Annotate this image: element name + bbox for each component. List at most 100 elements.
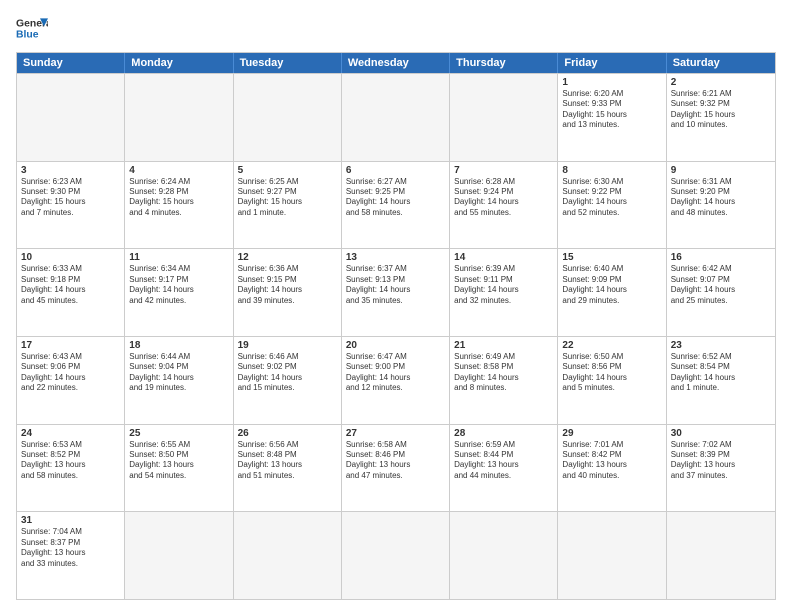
- header-day-wednesday: Wednesday: [342, 53, 450, 73]
- calendar-cell: 11Sunrise: 6:34 AM Sunset: 9:17 PM Dayli…: [125, 249, 233, 336]
- day-number: 17: [21, 340, 120, 351]
- calendar-cell: [450, 512, 558, 599]
- day-number: 31: [21, 515, 120, 526]
- day-info: Sunrise: 6:21 AM Sunset: 9:32 PM Dayligh…: [671, 89, 771, 131]
- day-number: 18: [129, 340, 228, 351]
- day-info: Sunrise: 6:49 AM Sunset: 8:58 PM Dayligh…: [454, 352, 553, 394]
- day-number: 26: [238, 428, 337, 439]
- day-number: 30: [671, 428, 771, 439]
- day-info: Sunrise: 6:24 AM Sunset: 9:28 PM Dayligh…: [129, 177, 228, 219]
- header-day-friday: Friday: [558, 53, 666, 73]
- day-number: 19: [238, 340, 337, 351]
- calendar-cell: 5Sunrise: 6:25 AM Sunset: 9:27 PM Daylig…: [234, 162, 342, 249]
- day-number: 21: [454, 340, 553, 351]
- calendar-cell: [125, 74, 233, 161]
- calendar-header: SundayMondayTuesdayWednesdayThursdayFrid…: [17, 53, 775, 73]
- day-info: Sunrise: 6:31 AM Sunset: 9:20 PM Dayligh…: [671, 177, 771, 219]
- calendar-cell: 6Sunrise: 6:27 AM Sunset: 9:25 PM Daylig…: [342, 162, 450, 249]
- day-info: Sunrise: 6:28 AM Sunset: 9:24 PM Dayligh…: [454, 177, 553, 219]
- day-number: 9: [671, 165, 771, 176]
- calendar-cell: 2Sunrise: 6:21 AM Sunset: 9:32 PM Daylig…: [667, 74, 775, 161]
- calendar-cell: [342, 74, 450, 161]
- day-info: Sunrise: 6:20 AM Sunset: 9:33 PM Dayligh…: [562, 89, 661, 131]
- day-number: 14: [454, 252, 553, 263]
- calendar-cell: 12Sunrise: 6:36 AM Sunset: 9:15 PM Dayli…: [234, 249, 342, 336]
- day-info: Sunrise: 6:36 AM Sunset: 9:15 PM Dayligh…: [238, 264, 337, 306]
- calendar-cell: 23Sunrise: 6:52 AM Sunset: 8:54 PM Dayli…: [667, 337, 775, 424]
- logo-icon: General Blue: [16, 12, 48, 44]
- day-info: Sunrise: 6:46 AM Sunset: 9:02 PM Dayligh…: [238, 352, 337, 394]
- calendar-cell: 1Sunrise: 6:20 AM Sunset: 9:33 PM Daylig…: [558, 74, 666, 161]
- day-info: Sunrise: 6:53 AM Sunset: 8:52 PM Dayligh…: [21, 440, 120, 482]
- calendar-cell: [125, 512, 233, 599]
- calendar-cell: 13Sunrise: 6:37 AM Sunset: 9:13 PM Dayli…: [342, 249, 450, 336]
- calendar-cell: [17, 74, 125, 161]
- day-number: 1: [562, 77, 661, 88]
- calendar-cell: 16Sunrise: 6:42 AM Sunset: 9:07 PM Dayli…: [667, 249, 775, 336]
- calendar-row-4: 24Sunrise: 6:53 AM Sunset: 8:52 PM Dayli…: [17, 424, 775, 512]
- calendar-cell: 29Sunrise: 7:01 AM Sunset: 8:42 PM Dayli…: [558, 425, 666, 512]
- calendar-cell: 20Sunrise: 6:47 AM Sunset: 9:00 PM Dayli…: [342, 337, 450, 424]
- day-number: 7: [454, 165, 553, 176]
- calendar-row-2: 10Sunrise: 6:33 AM Sunset: 9:18 PM Dayli…: [17, 248, 775, 336]
- day-info: Sunrise: 6:43 AM Sunset: 9:06 PM Dayligh…: [21, 352, 120, 394]
- calendar-cell: 30Sunrise: 7:02 AM Sunset: 8:39 PM Dayli…: [667, 425, 775, 512]
- calendar-cell: 9Sunrise: 6:31 AM Sunset: 9:20 PM Daylig…: [667, 162, 775, 249]
- calendar-cell: 14Sunrise: 6:39 AM Sunset: 9:11 PM Dayli…: [450, 249, 558, 336]
- day-info: Sunrise: 6:44 AM Sunset: 9:04 PM Dayligh…: [129, 352, 228, 394]
- day-info: Sunrise: 6:34 AM Sunset: 9:17 PM Dayligh…: [129, 264, 228, 306]
- day-info: Sunrise: 6:52 AM Sunset: 8:54 PM Dayligh…: [671, 352, 771, 394]
- calendar-cell: 28Sunrise: 6:59 AM Sunset: 8:44 PM Dayli…: [450, 425, 558, 512]
- page-header: General Blue: [16, 12, 776, 44]
- day-info: Sunrise: 6:37 AM Sunset: 9:13 PM Dayligh…: [346, 264, 445, 306]
- calendar-row-1: 3Sunrise: 6:23 AM Sunset: 9:30 PM Daylig…: [17, 161, 775, 249]
- calendar: SundayMondayTuesdayWednesdayThursdayFrid…: [16, 52, 776, 600]
- calendar-cell: 7Sunrise: 6:28 AM Sunset: 9:24 PM Daylig…: [450, 162, 558, 249]
- day-info: Sunrise: 6:58 AM Sunset: 8:46 PM Dayligh…: [346, 440, 445, 482]
- calendar-row-5: 31Sunrise: 7:04 AM Sunset: 8:37 PM Dayli…: [17, 511, 775, 599]
- day-number: 23: [671, 340, 771, 351]
- calendar-cell: 25Sunrise: 6:55 AM Sunset: 8:50 PM Dayli…: [125, 425, 233, 512]
- day-info: Sunrise: 6:56 AM Sunset: 8:48 PM Dayligh…: [238, 440, 337, 482]
- header-day-monday: Monday: [125, 53, 233, 73]
- day-number: 20: [346, 340, 445, 351]
- day-number: 29: [562, 428, 661, 439]
- header-day-sunday: Sunday: [17, 53, 125, 73]
- day-number: 2: [671, 77, 771, 88]
- day-info: Sunrise: 7:04 AM Sunset: 8:37 PM Dayligh…: [21, 527, 120, 569]
- calendar-cell: 19Sunrise: 6:46 AM Sunset: 9:02 PM Dayli…: [234, 337, 342, 424]
- calendar-row-0: 1Sunrise: 6:20 AM Sunset: 9:33 PM Daylig…: [17, 73, 775, 161]
- calendar-cell: 10Sunrise: 6:33 AM Sunset: 9:18 PM Dayli…: [17, 249, 125, 336]
- calendar-cell: 21Sunrise: 6:49 AM Sunset: 8:58 PM Dayli…: [450, 337, 558, 424]
- header-day-tuesday: Tuesday: [234, 53, 342, 73]
- header-day-saturday: Saturday: [667, 53, 775, 73]
- day-number: 4: [129, 165, 228, 176]
- calendar-cell: 31Sunrise: 7:04 AM Sunset: 8:37 PM Dayli…: [17, 512, 125, 599]
- calendar-cell: 22Sunrise: 6:50 AM Sunset: 8:56 PM Dayli…: [558, 337, 666, 424]
- day-info: Sunrise: 6:40 AM Sunset: 9:09 PM Dayligh…: [562, 264, 661, 306]
- logo: General Blue: [16, 12, 48, 44]
- day-info: Sunrise: 6:59 AM Sunset: 8:44 PM Dayligh…: [454, 440, 553, 482]
- day-info: Sunrise: 6:30 AM Sunset: 9:22 PM Dayligh…: [562, 177, 661, 219]
- day-info: Sunrise: 7:01 AM Sunset: 8:42 PM Dayligh…: [562, 440, 661, 482]
- day-number: 12: [238, 252, 337, 263]
- day-number: 24: [21, 428, 120, 439]
- calendar-cell: 4Sunrise: 6:24 AM Sunset: 9:28 PM Daylig…: [125, 162, 233, 249]
- calendar-cell: [234, 74, 342, 161]
- calendar-cell: 27Sunrise: 6:58 AM Sunset: 8:46 PM Dayli…: [342, 425, 450, 512]
- day-number: 6: [346, 165, 445, 176]
- day-number: 8: [562, 165, 661, 176]
- day-number: 16: [671, 252, 771, 263]
- day-number: 10: [21, 252, 120, 263]
- day-info: Sunrise: 6:42 AM Sunset: 9:07 PM Dayligh…: [671, 264, 771, 306]
- day-info: Sunrise: 6:55 AM Sunset: 8:50 PM Dayligh…: [129, 440, 228, 482]
- day-number: 3: [21, 165, 120, 176]
- calendar-cell: [558, 512, 666, 599]
- day-number: 27: [346, 428, 445, 439]
- day-number: 15: [562, 252, 661, 263]
- header-day-thursday: Thursday: [450, 53, 558, 73]
- calendar-cell: 8Sunrise: 6:30 AM Sunset: 9:22 PM Daylig…: [558, 162, 666, 249]
- day-number: 22: [562, 340, 661, 351]
- day-info: Sunrise: 6:47 AM Sunset: 9:00 PM Dayligh…: [346, 352, 445, 394]
- calendar-cell: 17Sunrise: 6:43 AM Sunset: 9:06 PM Dayli…: [17, 337, 125, 424]
